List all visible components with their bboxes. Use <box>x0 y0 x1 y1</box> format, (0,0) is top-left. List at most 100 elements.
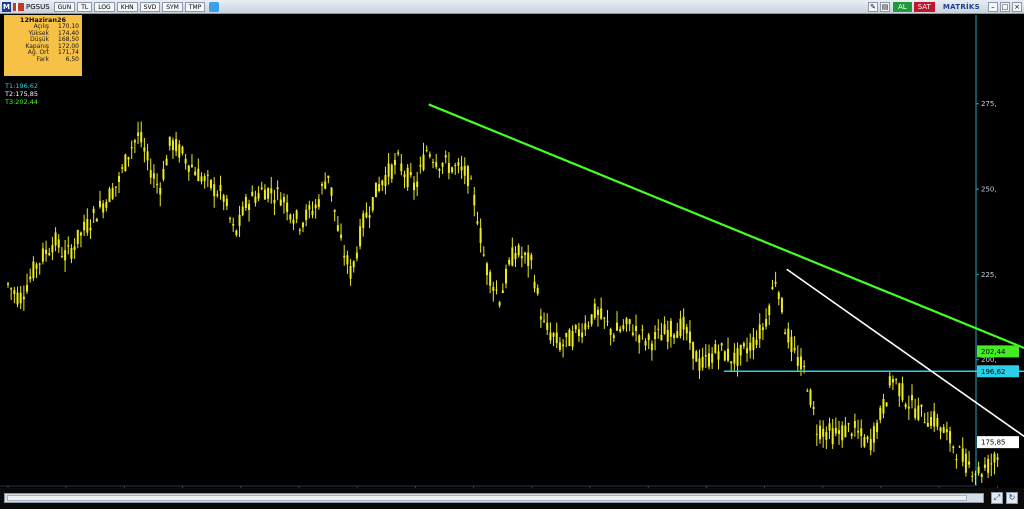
candle-body <box>555 332 558 344</box>
info-row-change: Fark 6,50 <box>7 56 79 64</box>
candle-body <box>872 426 875 443</box>
candle-body <box>888 376 891 386</box>
candle-body <box>707 353 710 367</box>
candle-body <box>457 162 460 166</box>
candle-body <box>400 163 403 172</box>
candle-body <box>406 167 409 188</box>
candle-body <box>511 247 514 266</box>
y-tick-label: 250, <box>981 186 997 194</box>
candle-body <box>568 329 571 346</box>
candle-body <box>917 405 920 420</box>
candle-body <box>819 425 822 440</box>
candle-body <box>460 166 463 171</box>
candle-body <box>168 136 171 146</box>
candle-body <box>235 230 238 236</box>
candle-body <box>857 430 860 433</box>
candle-body <box>815 433 818 435</box>
candle-body <box>539 316 542 320</box>
candle-body <box>565 333 568 338</box>
candle-body <box>485 263 488 276</box>
candle-body <box>349 265 352 279</box>
candle-body <box>273 199 276 204</box>
trendline-value-label: 175,85 <box>981 439 1006 447</box>
candle-body <box>289 214 292 220</box>
candle-body <box>203 176 206 181</box>
candle-body <box>41 248 44 262</box>
candle-body <box>7 283 9 285</box>
candle-body <box>543 320 546 322</box>
candle-body <box>282 196 285 203</box>
candle-body <box>260 187 263 190</box>
candle-body <box>755 339 758 345</box>
candle-body <box>51 245 54 253</box>
candle-body <box>206 174 209 176</box>
candle-body <box>695 351 698 362</box>
candle-body <box>352 261 355 268</box>
trendline-legend: T1:196,62 T2:175,85 T3:202,44 <box>5 82 38 106</box>
candle-body <box>26 284 29 292</box>
candle-body <box>422 154 425 170</box>
candle-body <box>251 191 254 196</box>
candle-body <box>454 165 457 167</box>
candle-body <box>222 195 225 202</box>
candle-body <box>974 473 977 475</box>
candle-body <box>679 318 682 336</box>
candle-body <box>368 215 371 218</box>
ohlc-info-box: 12Haziran26 Açılış 170,10 Yüksek 174,40 Dü… <box>4 15 82 76</box>
candle-body <box>301 222 304 228</box>
candle-body <box>996 457 999 460</box>
candle-body <box>742 343 745 347</box>
candle-body <box>146 151 149 161</box>
candle-body <box>730 361 733 364</box>
candle-body <box>907 406 910 409</box>
candle-body <box>533 281 536 289</box>
candle-body <box>210 180 213 189</box>
candle-body <box>752 337 755 351</box>
candle-body <box>216 194 219 196</box>
candle-body <box>606 321 609 323</box>
candle-body <box>241 206 244 216</box>
candle-body <box>79 232 82 236</box>
candle-body <box>187 165 190 172</box>
candle-body <box>524 252 527 255</box>
refresh-icon[interactable]: ↻ <box>1006 492 1018 504</box>
candle-body <box>225 198 228 207</box>
candle-body <box>879 407 882 420</box>
candle-body <box>914 408 917 418</box>
candle-body <box>828 423 831 431</box>
candle-body <box>644 340 647 346</box>
candle-body <box>476 221 479 224</box>
price-chart[interactable]: 275,250,225,200,Oca25Şub25Mar25Nis25May2… <box>0 0 1024 509</box>
candle-body <box>279 199 282 206</box>
candle-body <box>860 428 863 437</box>
candle-body <box>983 464 986 468</box>
zoom-fit-icon[interactable]: ⤢ <box>991 492 1003 504</box>
candle-body <box>29 276 32 280</box>
candle-body <box>949 431 952 444</box>
candle-body <box>238 214 241 226</box>
y-tick-label: 225, <box>981 271 997 279</box>
candle-body <box>311 210 314 216</box>
candle-body <box>317 199 320 208</box>
candle-body <box>980 474 983 478</box>
candle-body <box>774 281 777 284</box>
candle-body <box>631 332 634 336</box>
candle-body <box>479 228 482 244</box>
candle-body <box>111 187 114 199</box>
candle-body <box>990 463 993 465</box>
candle-body <box>213 184 216 197</box>
candle-body <box>596 309 599 315</box>
horizontal-scrollbar[interactable] <box>4 493 984 503</box>
candle-body <box>371 197 374 211</box>
candle-body <box>435 162 438 167</box>
candle-body <box>803 365 806 368</box>
candle-body <box>711 353 714 363</box>
candle-body <box>447 163 450 173</box>
candle-body <box>898 383 901 397</box>
candle-body <box>73 246 76 251</box>
candle-body <box>152 173 155 179</box>
scroll-thumb[interactable] <box>7 495 967 501</box>
candle-body <box>685 327 688 334</box>
candle-body <box>876 422 879 433</box>
candle-body <box>441 163 444 167</box>
